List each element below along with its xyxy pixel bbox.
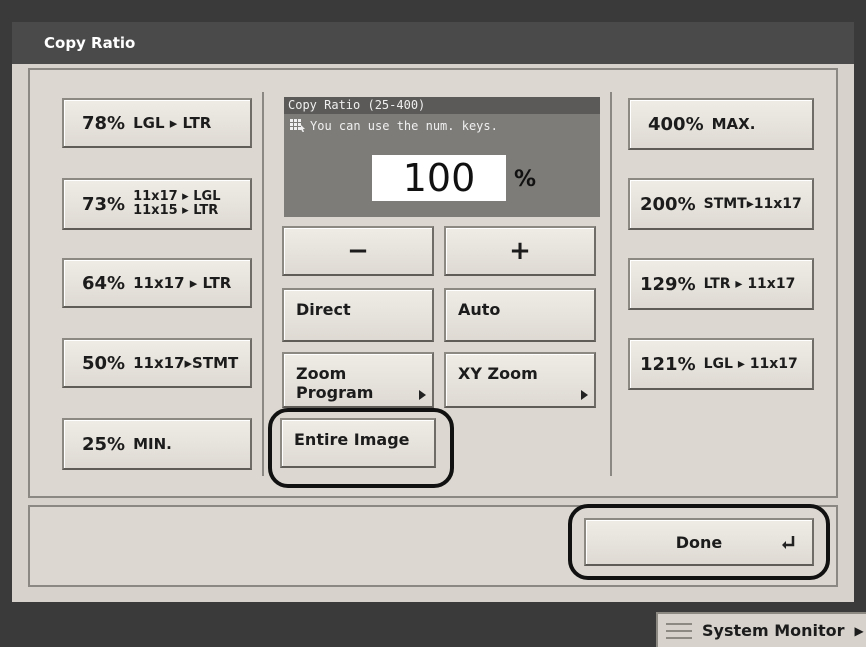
preset-description: 11x17▸STMT <box>133 354 239 372</box>
divider-right <box>610 92 612 476</box>
preset-percent: 78% <box>82 112 126 134</box>
done-label: Done <box>675 532 723 552</box>
preset-percent: 25% <box>82 433 126 455</box>
preset-description: MIN. <box>133 435 172 453</box>
done-button[interactable]: Done <box>584 518 814 566</box>
direct-button[interactable]: Direct <box>282 288 434 342</box>
keypad-icon <box>290 119 305 132</box>
preset-64-button[interactable]: 64% 11x17 ▸ LTR <box>62 258 252 308</box>
preset-percent: 121% <box>640 353 696 375</box>
xy-zoom-label: XY Zoom <box>458 364 538 383</box>
preset-percent: 200% <box>640 193 696 215</box>
window-title: Copy Ratio <box>44 34 136 52</box>
preset-200-button[interactable]: 200% STMT▸11x17 <box>628 178 814 230</box>
decrease-button[interactable]: − <box>282 226 434 276</box>
preset-description-line1: 11x17 ▸ LGL <box>133 189 221 204</box>
preset-25-min-button[interactable]: 25% MIN. <box>62 418 252 470</box>
preset-description: STMT▸11x17 <box>703 196 802 212</box>
preset-percent: 73% <box>82 193 126 215</box>
increase-button[interactable]: + <box>444 226 596 276</box>
submenu-arrow-icon <box>581 390 588 400</box>
system-monitor-button[interactable]: System Monitor ▶ <box>656 612 866 647</box>
plus-icon: + <box>509 236 531 266</box>
divider-left <box>262 92 264 476</box>
preset-129-button[interactable]: 129% LTR ▸ 11x17 <box>628 258 814 310</box>
preset-78-button[interactable]: 78% LGL ▸ LTR <box>62 98 252 148</box>
numkeys-hint: You can use the num. keys. <box>290 119 498 133</box>
ratio-value-field[interactable]: 100 <box>372 155 506 201</box>
submenu-arrow-icon <box>419 390 426 400</box>
system-monitor-label: System Monitor <box>702 621 845 640</box>
ratio-range-header: Copy Ratio (25-400) <box>284 97 600 114</box>
chevron-right-icon: ▶ <box>854 623 864 638</box>
entire-image-button[interactable]: Entire Image <box>280 418 436 468</box>
ratio-display: Copy Ratio (25-400) You can use the num.… <box>284 97 600 217</box>
preset-73-button[interactable]: 73% 11x17 ▸ LGL 11x15 ▸ LTR <box>62 178 252 230</box>
enter-icon <box>782 536 795 549</box>
direct-label: Direct <box>296 300 351 319</box>
preset-percent: 64% <box>82 272 126 294</box>
numkeys-hint-text: You can use the num. keys. <box>310 119 498 133</box>
zoom-program-label: Zoom Program <box>296 364 374 402</box>
preset-description: LTR ▸ 11x17 <box>703 276 796 292</box>
preset-percent: 50% <box>82 352 126 374</box>
preset-description: 11x17 ▸ LTR <box>133 274 232 292</box>
preset-description-line2: 11x15 ▸ LTR <box>133 203 219 218</box>
preset-percent: 129% <box>640 273 696 295</box>
preset-50-button[interactable]: 50% 11x17▸STMT <box>62 338 252 388</box>
preset-121-button[interactable]: 121% LGL ▸ 11x17 <box>628 338 814 390</box>
preset-percent: 400% <box>648 113 704 135</box>
xy-zoom-button[interactable]: XY Zoom <box>444 352 596 408</box>
preset-description: MAX. <box>711 115 756 133</box>
preset-description: LGL ▸ LTR <box>133 114 212 132</box>
zoom-program-button[interactable]: Zoom Program <box>282 352 434 408</box>
title-bar: Copy Ratio <box>12 22 854 64</box>
monitor-icon <box>666 622 692 639</box>
auto-button[interactable]: Auto <box>444 288 596 342</box>
preset-description: LGL ▸ 11x17 <box>703 356 798 372</box>
minus-icon: − <box>347 236 369 266</box>
auto-label: Auto <box>458 300 501 319</box>
entire-image-label: Entire Image <box>294 430 410 449</box>
ratio-unit: % <box>514 167 537 192</box>
preset-400-max-button[interactable]: 400% MAX. <box>628 98 814 150</box>
